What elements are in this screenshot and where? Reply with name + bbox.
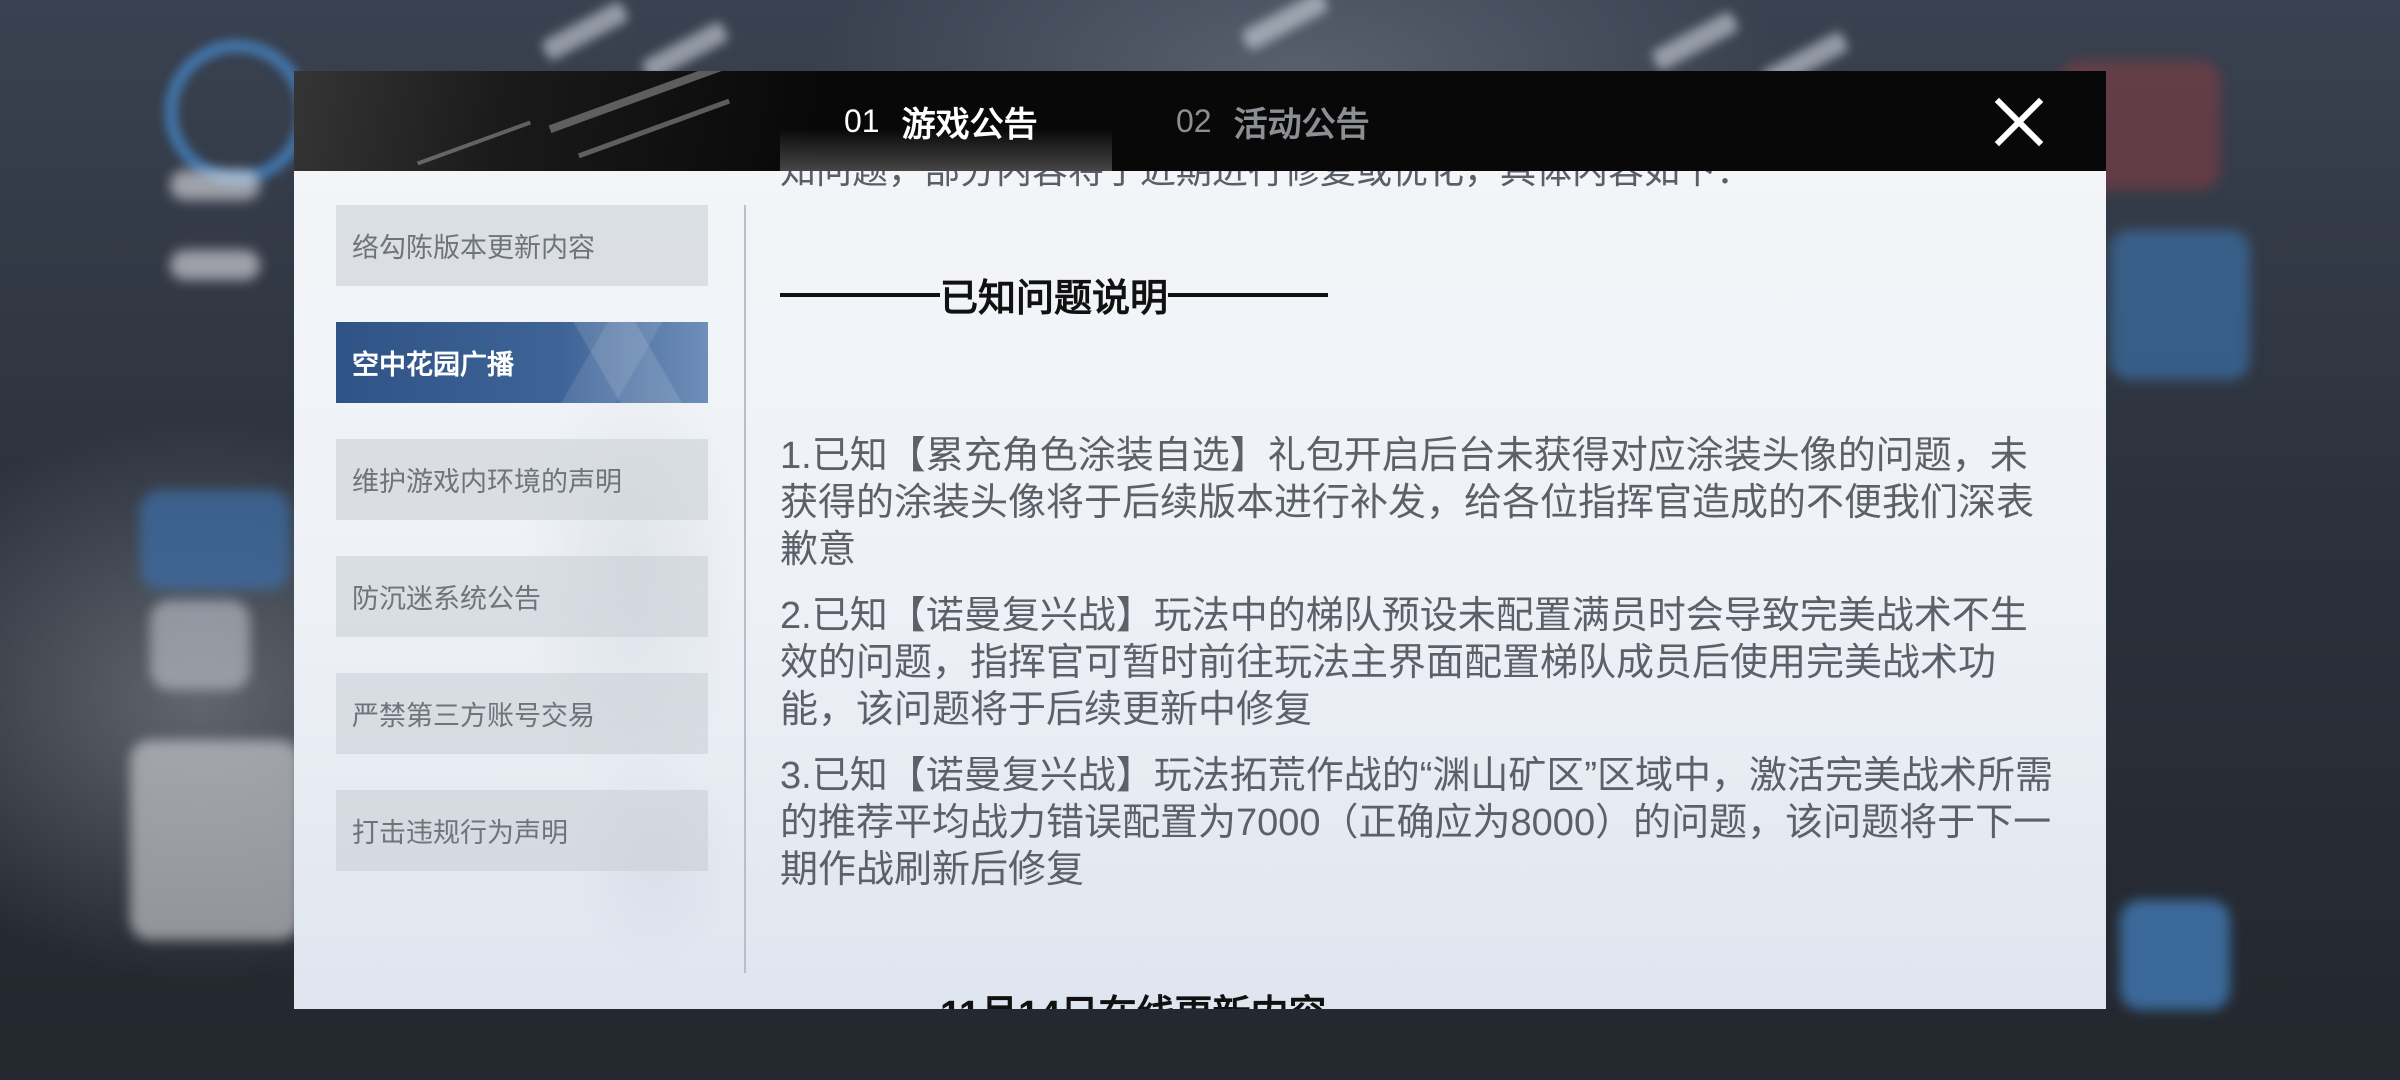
sidebar-item-environment-statement[interactable]: 维护游戏内环境的声明 [336, 439, 708, 520]
close-button[interactable] [1994, 97, 2044, 147]
announcement-list: 络勾陈版本更新内容 空中花园广播 维护游戏内环境的声明 防沉迷系统公告 严禁第三… [336, 205, 708, 907]
tab-game-announcement[interactable]: 01 游戏公告 [844, 71, 1038, 171]
sidebar-item-sky-garden-broadcast[interactable]: 空中花园广播 [336, 322, 708, 403]
sidebar-item-violation-statement[interactable]: 打击违规行为声明 [336, 790, 708, 871]
sidebar-item-label: 络勾陈版本更新内容 [352, 233, 595, 263]
dialog-header: 01 游戏公告 02 活动公告 [294, 71, 2106, 171]
sidebar-item-label: 维护游戏内环境的声明 [352, 467, 622, 497]
section-title-update: 11月14日在线更新内容 [780, 983, 1487, 1009]
sidebar-item-label: 打击违规行为声明 [352, 818, 568, 848]
sidebar-item-label: 空中花园广播 [352, 350, 514, 380]
title-rule-left [780, 1008, 940, 1009]
issue-paragraph-3: 3.已知【诺曼复兴战】玩法拓荒作战的“渊山矿区”区域中，激活完美战术所需的推荐平… [780, 755, 2054, 891]
announcement-dialog: 01 游戏公告 02 活动公告 络勾陈版本更新内容 空中花园广播 维护游戏内环境… [294, 71, 2106, 1009]
active-item-decoration [508, 322, 708, 403]
title-rule-right [1326, 1008, 1487, 1009]
section-title-known-issues: 已知问题说明 [780, 267, 1329, 322]
sidebar-item-version-update[interactable]: 络勾陈版本更新内容 [336, 205, 708, 286]
tab-label: 活动公告 [1233, 105, 1370, 144]
tab-number: 01 [844, 102, 880, 139]
sidebar-item-account-trading-ban[interactable]: 严禁第三方账号交易 [336, 673, 708, 754]
title-rule-right [1168, 292, 1329, 297]
clipped-intro-text: 知问题，部分内容将于近期进行修复或优化，具体内容如下： [780, 171, 1752, 197]
tab-number: 02 [1176, 102, 1212, 139]
header-decoration [294, 71, 814, 171]
tab-label: 游戏公告 [901, 105, 1038, 144]
sidebar-item-label: 严禁第三方账号交易 [352, 701, 595, 731]
section-title-text: 11月14日在线更新内容 [940, 983, 1326, 1009]
tab-event-announcement[interactable]: 02 活动公告 [1176, 71, 1370, 171]
content-divider [744, 205, 746, 973]
announcement-content[interactable]: 知问题，部分内容将于近期进行修复或优化，具体内容如下： 已知问题说明 1.已知【… [780, 171, 2070, 1009]
sidebar-item-anti-addiction[interactable]: 防沉迷系统公告 [336, 556, 708, 637]
section-title-text: 已知问题说明 [940, 278, 1169, 320]
issue-paragraph-2: 2.已知【诺曼复兴战】玩法中的梯队预设未配置满员时会导致完美战术不生效的问题，指… [780, 595, 2028, 731]
title-rule-left [780, 292, 940, 297]
issue-paragraph-1: 1.已知【累充角色涂装自选】礼包开启后台未获得对应涂装头像的问题，未获得的涂装头… [780, 435, 2035, 571]
close-icon [1994, 97, 2044, 147]
sidebar-item-label: 防沉迷系统公告 [352, 584, 541, 614]
